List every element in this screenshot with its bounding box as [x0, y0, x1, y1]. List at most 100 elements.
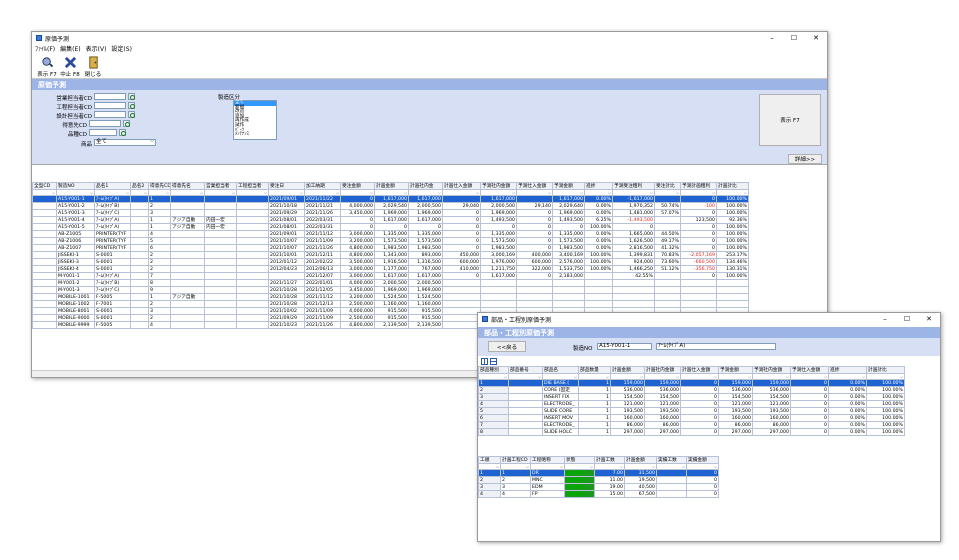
table-row[interactable]: M-Y001-1 ｱｰﾑ(ﾀｲﾌﾟA) 7 2021/12/07 3,000,000 1,… [32, 272, 749, 280]
column-header[interactable]: 計画仕入金額 [442, 182, 481, 190]
list-icon[interactable] [490, 357, 497, 365]
parts-grid[interactable]: 部品種別 部品番号 部品名 部品数量 計画金額 計画社内金額 計画仕入金額 予測金額 予測社内金… [478, 366, 940, 452]
column-header[interactable]: 部品数量 [578, 366, 611, 374]
menu-view[interactable]: 表示(V) [86, 44, 107, 53]
column-header[interactable]: 計画計比 [866, 366, 905, 374]
column-header[interactable]: 進捗 [584, 182, 613, 190]
stop-button[interactable]: 中止 F8 [59, 54, 81, 78]
column-header[interactable]: 進捗 [828, 366, 867, 374]
menu-file[interactable]: ﾌｧｲﾙ(F) [35, 44, 55, 53]
table-row[interactable]: 1 1 DR ■■■■ 7.00 31,500 0 [478, 469, 719, 477]
back-button[interactable]: <<戻る [488, 341, 526, 352]
table-row[interactable]: MOBILE-1001 F-5005 1 アジア自動 2021/10/28 2021/11… [32, 293, 749, 301]
process-manager-input[interactable] [94, 102, 126, 109]
table-row[interactable]: A15-Y001-4 ｱｰﾑ(ﾀｲﾌﾟA) 1 アジア自動 内田一宏 2021/08/01… [32, 216, 749, 224]
table-row[interactable]: A15-Y001-2 ｱｰﾑ(ﾀｲﾌﾟB) 2 2021/10/18 2021/11/2… [32, 202, 749, 210]
column-header[interactable]: 品名1 [94, 182, 131, 190]
table-row[interactable]: A15-Y001-3 ｱｰﾑ(ﾀｲﾌﾟC) 3 2021/09/29 2021/11/2… [32, 209, 749, 217]
maximize-icon[interactable]: ☐ [896, 315, 918, 323]
table-row[interactable]: M-Y001-3 ｱｰﾑ(ﾀｲﾌﾟC) 9 2021/10/28 2021/12/05 3… [32, 286, 749, 294]
manufacture-type-list[interactable]: 全て 新規 改造 追加 再作成 試作 ﾊﾟｰﾂ ﾒﾝﾃﾅﾝｽ [233, 100, 277, 140]
close-icon[interactable]: ✕ [805, 34, 827, 42]
table-row[interactable]: AB-Z1007 PRINTER(TYF 6 2021/10/07 2021/11/26… [32, 244, 749, 252]
process-grid[interactable]: 工順 計画工程CD 工程略称 状態 計画工数 計画金額 実績工数 実績金額 ⌵ ⌵ ⌵ ⌵ ⌵ ⌵ ⌵ ⌵ 1… [478, 456, 940, 516]
column-header[interactable]: 予測社内金額 [752, 366, 791, 374]
column-header[interactable]: 計画仕入金額 [680, 366, 719, 374]
column-header[interactable]: 工順 [478, 456, 501, 464]
column-header[interactable]: 予測社内金額 [480, 182, 517, 190]
column-header[interactable]: 計画工数 [594, 456, 625, 464]
table-row[interactable]: 4 4 FP ■■■■ 15.00 67,500 0 [478, 490, 719, 498]
column-header[interactable]: 予測仕入金額 [790, 366, 829, 374]
customer-search-icon[interactable] [123, 120, 130, 127]
column-header[interactable]: 受注金額 [340, 182, 375, 190]
column-header[interactable]: 部品種別 [478, 366, 509, 374]
column-header[interactable]: 予測仕入金額 [516, 182, 553, 190]
sales-manager-input[interactable] [94, 93, 126, 100]
column-header[interactable]: 営業担当者 [204, 182, 237, 190]
design-manager-input[interactable] [94, 111, 126, 118]
product-type-input[interactable] [89, 129, 117, 136]
table-row[interactable]: M-Y001-2 ｱｰﾑ(ﾀｲﾌﾟB) 8 2021/11/27 2022/01/01 4… [32, 279, 749, 287]
column-header[interactable]: 予測金額 [718, 366, 753, 374]
column-header[interactable]: 計画工程CD [500, 456, 531, 464]
menu-edit[interactable]: 編集(E) [60, 44, 80, 53]
table-row[interactable]: 2 2 MNC ■■■■ 11.00 19,500 0 [478, 476, 719, 484]
table-row[interactable]: 4 ELECTRODE_ 1 121,000 121,000 0 121,000 121,00… [478, 400, 905, 408]
column-header[interactable]: 部品番号 [508, 366, 543, 374]
table-row[interactable]: 8 SLIDE HOLC 1 297,000 297,000 0 297,000 297,00… [478, 428, 905, 436]
table-row[interactable]: JISSEKI-4 S-0001 2 2012/04/23 2012/06/13 3,00… [32, 265, 749, 273]
table-row[interactable]: 5 SLIDE CORE 1 193,500 193,500 0 193,500 193,50… [478, 407, 905, 415]
close-icon[interactable]: ✕ [918, 315, 940, 323]
column-header[interactable]: 品名2 [130, 182, 149, 190]
product-select[interactable]: 全て [94, 139, 156, 146]
column-header[interactable]: 受注計比 [654, 182, 681, 190]
minimize-icon[interactable]: – [874, 315, 896, 323]
column-header[interactable]: 計画社内金 [408, 182, 443, 190]
column-header[interactable]: 実績金額 [686, 456, 719, 464]
column-header[interactable]: 計画金額 [374, 182, 409, 190]
manufacture-option[interactable]: ﾒﾝﾃﾅﾝｽ [234, 133, 276, 138]
column-header[interactable]: 計画社内金額 [644, 366, 681, 374]
show-button[interactable]: 表示 F7 [36, 54, 58, 78]
column-header[interactable]: 受注日 [268, 182, 305, 190]
column-header[interactable]: 予測受注粗利 [612, 182, 655, 190]
table-row[interactable]: A15-Y001-1 ｱｰﾑ(ﾀｲﾌﾟA) 1 2021/09/01 2021/11/2… [32, 195, 749, 203]
table-row[interactable]: 6 INSERT MOV 1 160,000 160,000 0 160,000 160,00… [478, 414, 905, 422]
table-row[interactable]: MOBILE-1002 F-7001 2 2021/10/28 2021/12/13 2,… [32, 300, 749, 308]
detail-button[interactable]: 詳細>> [788, 154, 822, 164]
table-row[interactable]: 3 3 EDM ■■■■ 19.00 40,500 0 [478, 483, 719, 491]
table-row[interactable]: 2 CORE (固定 1 536,000 536,000 0 536,000 536,000 0… [478, 386, 905, 394]
maximize-icon[interactable]: ☐ [783, 34, 805, 42]
column-header[interactable]: 予測計画粗利 [680, 182, 717, 190]
column-header[interactable]: 計画金額 [624, 456, 657, 464]
minimize-icon[interactable]: – [761, 34, 783, 42]
customer-input[interactable] [89, 120, 121, 127]
table-row[interactable]: AB-Z1006 PRINTER(TYF 5 2021/10/07 2021/11/09… [32, 237, 749, 245]
column-header[interactable]: 部品名 [542, 366, 579, 374]
column-header[interactable]: 計画計比 [716, 182, 749, 190]
table-row[interactable]: 3 INSERT FIX 1 154,500 154,500 0 154,500 154,50… [478, 393, 905, 401]
table-row[interactable]: AB-Z1005 PRINTER(TYF 4 2021/09/01 2021/11/12… [32, 230, 749, 238]
column-header[interactable]: 得意先名 [170, 182, 205, 190]
column-header[interactable]: 得意先CD [148, 182, 171, 190]
design-manager-search-icon[interactable] [128, 111, 135, 118]
process-manager-search-icon[interactable] [128, 102, 135, 109]
column-header[interactable]: 工程略称 [530, 456, 565, 464]
column-header[interactable]: 工程担当者 [236, 182, 269, 190]
table-row[interactable]: JISSEKI-1 S-0001 2 2021/10/01 2021/12/11 4,80… [32, 251, 749, 259]
table-row[interactable]: A15-Y001-5 ｱｰﾑ(ﾀｲﾌﾟA) 1 アジア自動 内田一宏 2021/08/01… [32, 223, 749, 231]
sales-manager-search-icon[interactable] [128, 93, 135, 100]
column-header[interactable]: 製造NO [56, 182, 95, 190]
table-row[interactable]: 7 ELECTRODE_ 1 86,000 86,000 0 86,000 86,000 0 0.… [478, 421, 905, 429]
column-header[interactable]: 予測金額 [552, 182, 585, 190]
product-type-search-icon[interactable] [119, 129, 126, 136]
grid-icon[interactable] [481, 357, 488, 365]
table-row[interactable]: JISSEKI-3 S-0001 2 2012/01/12 2012/02/22 3,50… [32, 258, 749, 266]
column-header[interactable]: 計画金額 [610, 366, 645, 374]
column-header[interactable]: 状態 [564, 456, 595, 464]
column-header[interactable]: 加工納期 [304, 182, 341, 190]
menu-settings[interactable]: 設定(S) [111, 44, 132, 53]
close-button[interactable]: 閉じる [82, 54, 104, 78]
table-row[interactable]: 1 DIE BASE (1 159,000 159,000 0 159,000 159,00… [478, 379, 905, 387]
